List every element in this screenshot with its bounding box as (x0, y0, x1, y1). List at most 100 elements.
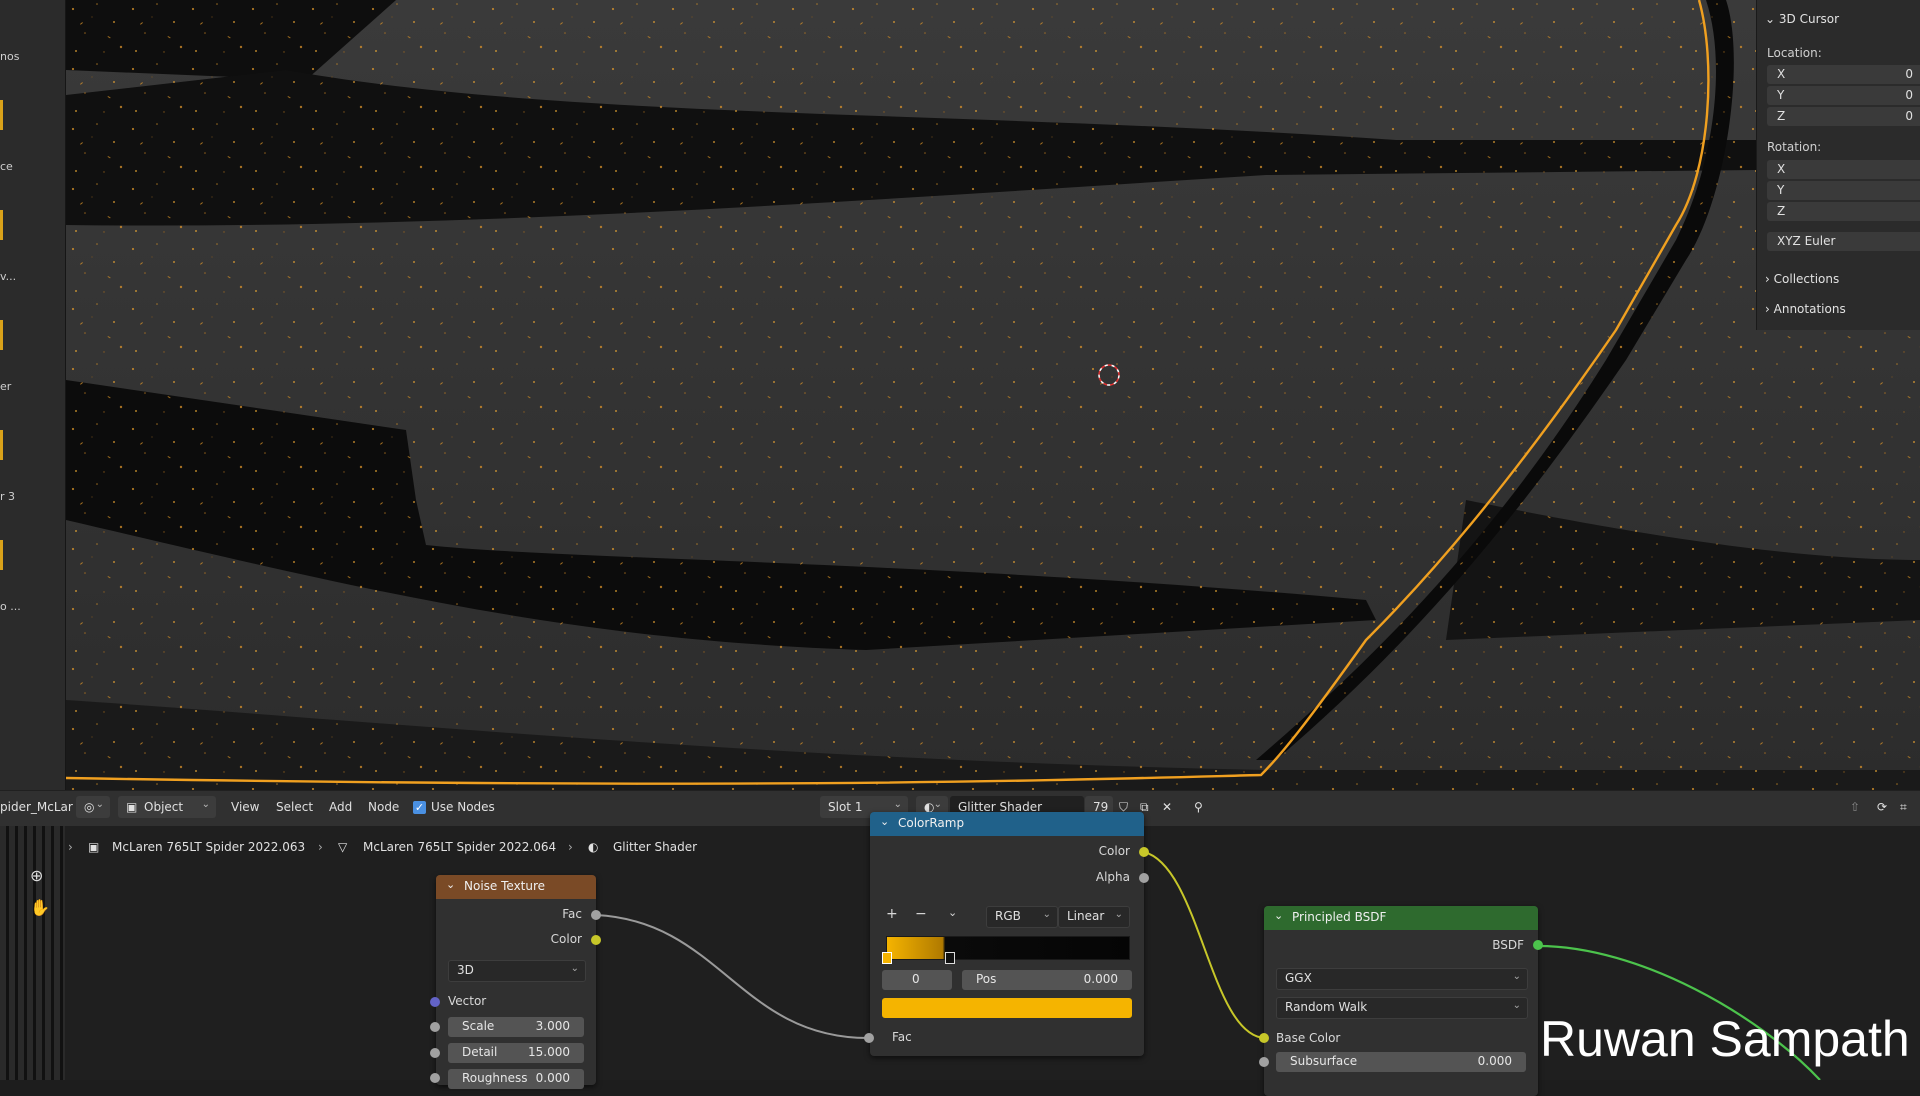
chevron-right-icon: › (1765, 272, 1770, 286)
add-stop-icon[interactable]: + (886, 906, 898, 922)
breadcrumb-material[interactable]: Glitter Shader (613, 840, 697, 854)
subsurface-field[interactable]: Subsurface 0.000 (1276, 1052, 1526, 1072)
location-z-field[interactable]: Z 0 (1767, 107, 1920, 126)
roughness-field[interactable]: Roughness 0.000 (448, 1069, 584, 1089)
remove-stop-icon[interactable]: − (915, 906, 927, 922)
collection-color-bar (0, 540, 3, 570)
dimensions-dropdown[interactable]: 3D ⌄ (448, 960, 586, 982)
parent-node-tree-icon[interactable]: ⇧ (1850, 800, 1860, 814)
collection-color-bar (0, 320, 3, 350)
collection-color-bar (0, 100, 3, 130)
noise-scale-input-socket[interactable] (430, 1022, 440, 1032)
distribution-dropdown[interactable]: GGX ⌄ (1276, 968, 1528, 990)
node-header[interactable]: ⌄ Principled BSDF (1264, 906, 1538, 930)
stop-position-field[interactable]: Pos 0.000 (962, 970, 1132, 990)
object-icon: ▣ (88, 840, 100, 854)
chevron-down-icon: ⌄ (880, 815, 890, 828)
outliner-label[interactable]: o ... (0, 600, 21, 613)
breadcrumb-object[interactable]: McLaren 765LT Spider 2022.063 (112, 840, 305, 854)
output-color-label: Color (550, 932, 582, 946)
location-y-field[interactable]: Y 0 (1767, 86, 1920, 105)
rotation-y-field[interactable]: Y (1767, 181, 1920, 200)
chevron-down-icon: ⌄ (1114, 909, 1123, 920)
output-bsdf-label: BSDF (1492, 938, 1524, 952)
colorramp-alpha-output-socket[interactable] (1139, 873, 1149, 883)
chevron-right-icon: › (1765, 302, 1770, 316)
menu-select[interactable]: Select (276, 800, 313, 814)
input-fac-label: Fac (892, 1030, 912, 1044)
detail-field[interactable]: Detail 15.000 (448, 1043, 584, 1063)
principled-bsdf-node[interactable]: ⌄ Principled BSDF BSDF GGX ⌄ Random Walk… (1264, 906, 1538, 1096)
menu-view[interactable]: View (231, 800, 259, 814)
node-header[interactable]: ⌄ Noise Texture (436, 875, 596, 899)
zoom-icon[interactable]: ⊕ (30, 866, 43, 885)
outliner-label[interactable]: r 3 (0, 490, 15, 503)
bsdf-subsurface-input-socket[interactable] (1259, 1057, 1269, 1067)
watermark-text: Ruwan Sampath (1540, 1011, 1910, 1067)
backdrop-icon[interactable]: ⟳ (1877, 800, 1887, 814)
output-alpha-label: Alpha (1095, 870, 1130, 884)
menu-node[interactable]: Node (368, 800, 399, 814)
colorramp-color-output-socket[interactable] (1139, 847, 1149, 857)
pan-hand-icon[interactable]: ✋ (30, 898, 50, 917)
object-icon: ▣ (126, 800, 138, 814)
ramp-menu-chevron-icon[interactable]: ⌄ (948, 906, 957, 919)
noise-vector-input-socket[interactable] (430, 997, 440, 1007)
chevron-down-icon: ⌄ (1765, 12, 1776, 26)
stop-color-swatch[interactable] (882, 998, 1132, 1018)
annotations-panel-header[interactable]: › Annotations (1765, 302, 1846, 316)
outliner-label[interactable]: er (0, 380, 11, 393)
bsdf-base-color-input-socket[interactable] (1259, 1033, 1269, 1043)
car-body-render (66, 0, 1920, 790)
color-stop-handle[interactable] (882, 952, 892, 964)
noise-texture-node[interactable]: ⌄ Noise Texture Fac Color 3D ⌄ Vector Sc… (436, 875, 596, 1089)
color-mode-dropdown[interactable]: RGB ⌄ (986, 906, 1058, 928)
noise-fac-output-socket[interactable] (591, 910, 601, 920)
sidebar-n-panel: ⌄ 3D Cursor Location: X 0 Y 0 Z 0 Rotati… (1756, 0, 1920, 330)
outliner-label[interactable]: nos (0, 50, 19, 63)
noise-detail-input-socket[interactable] (430, 1048, 440, 1058)
color-ramp-gradient[interactable] (886, 936, 1130, 960)
noise-roughness-input-socket[interactable] (430, 1073, 440, 1083)
outliner-label[interactable]: v... (0, 270, 16, 283)
collections-panel-header[interactable]: › Collections (1765, 272, 1839, 286)
chevron-down-icon: ⌄ (893, 799, 902, 810)
3d-viewport[interactable] (66, 0, 1920, 790)
chevron-down-icon: ⌄ (1512, 1000, 1521, 1011)
outliner-strip: nos ce v... er r 3 o ... (0, 0, 66, 790)
use-nodes-checkbox[interactable]: ✓ (413, 801, 426, 814)
breadcrumb-chevron-icon: › (68, 840, 73, 854)
pin-icon[interactable]: ⚲ (1194, 800, 1203, 814)
colorramp-fac-input-socket[interactable] (864, 1033, 874, 1043)
material-icon: ◐ (588, 840, 599, 854)
colorramp-node[interactable]: ⌄ ColorRamp Color Alpha + − ⌄ RGB ⌄ Line… (870, 812, 1144, 1056)
3d-cursor-panel-header[interactable]: ⌄ 3D Cursor (1765, 12, 1839, 26)
unlink-close-icon[interactable]: ✕ (1162, 800, 1172, 814)
breadcrumb-mesh[interactable]: McLaren 765LT Spider 2022.064 (363, 840, 556, 854)
node-editor-toolbar (0, 826, 65, 1080)
color-stop-handle[interactable] (945, 952, 955, 964)
interpolation-dropdown[interactable]: Linear ⌄ (1058, 906, 1130, 928)
rotation-x-field[interactable]: X (1767, 160, 1920, 179)
node-header[interactable]: ⌄ ColorRamp (870, 812, 1144, 836)
stop-index-field[interactable]: 0 (882, 970, 952, 990)
rotation-mode-dropdown[interactable]: XYZ Euler (1767, 232, 1920, 251)
outliner-label[interactable]: ce (0, 160, 13, 173)
object-name: pider_McLar (0, 800, 73, 814)
rotation-z-field[interactable]: Z (1767, 202, 1920, 221)
chevron-down-icon: ⌄ (95, 799, 104, 810)
input-vector-label: Vector (448, 994, 487, 1008)
collection-color-bar (0, 210, 3, 240)
snap-icon[interactable]: ⌗ (1900, 800, 1907, 815)
menu-add[interactable]: Add (329, 800, 352, 814)
location-x-field[interactable]: X 0 (1767, 65, 1920, 84)
use-nodes-label: Use Nodes (431, 800, 495, 814)
chevron-down-icon: ⌄ (201, 799, 210, 810)
subsurface-method-dropdown[interactable]: Random Walk ⌄ (1276, 997, 1528, 1019)
editor-type-dropdown[interactable]: ◎ ⌄ (76, 796, 110, 818)
noise-color-output-socket[interactable] (591, 935, 601, 945)
breadcrumb-chevron-icon: › (318, 840, 323, 854)
scale-field[interactable]: Scale 3.000 (448, 1017, 584, 1037)
shader-type-dropdown[interactable]: ▣ Object ⌄ (118, 796, 216, 818)
bsdf-output-socket[interactable] (1533, 940, 1543, 950)
